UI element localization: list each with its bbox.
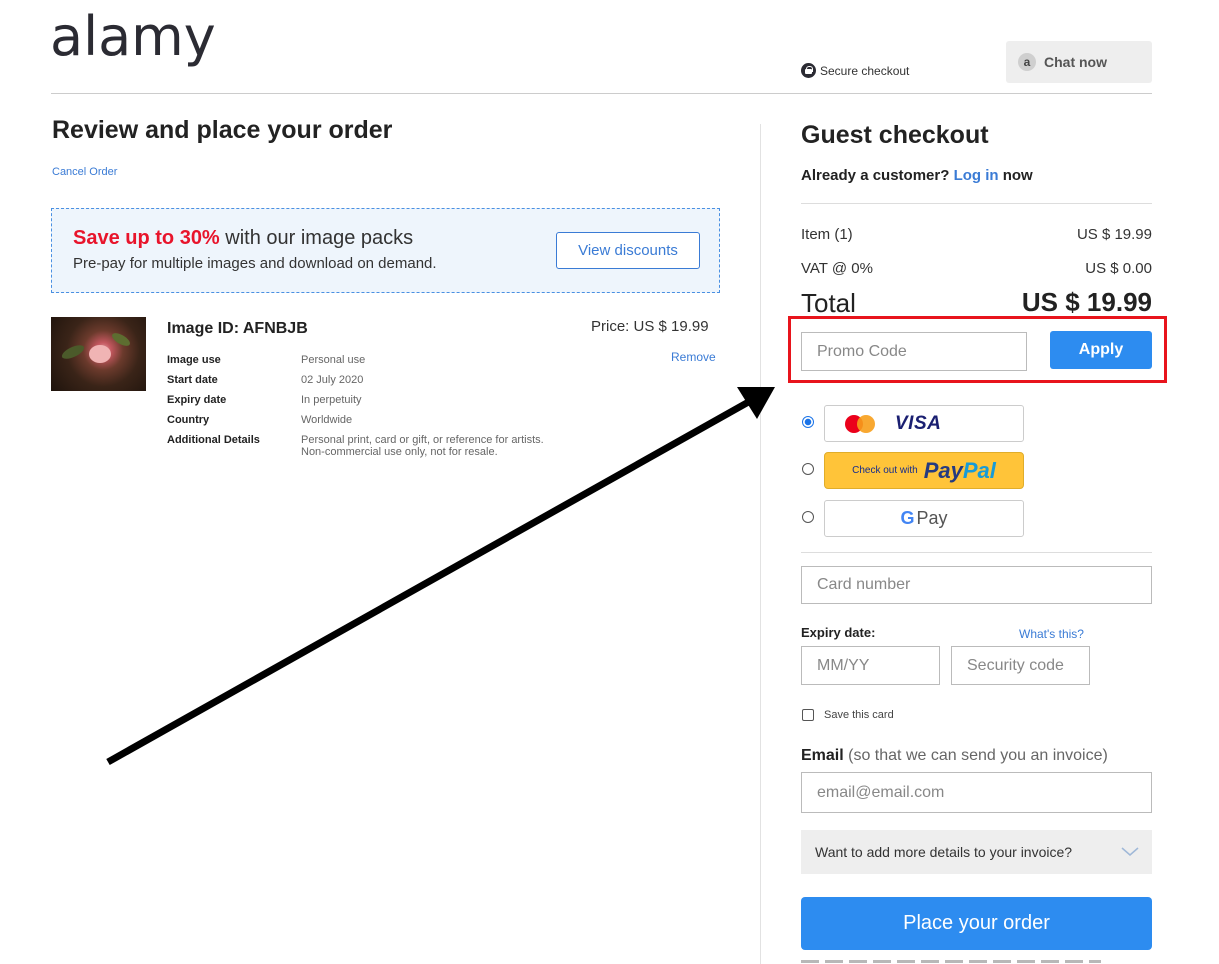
card-payment-option[interactable]: VISA — [824, 405, 1024, 442]
paypal-pal: Pal — [962, 457, 996, 483]
invoice-details-label: Want to add more details to your invoice… — [815, 844, 1073, 860]
card-number-input[interactable]: Card number — [801, 566, 1152, 604]
chevron-down-icon — [1121, 847, 1139, 856]
expiry-date-input[interactable]: MM/YY — [801, 646, 940, 685]
save-card-label: Save this card — [824, 709, 894, 721]
paypal-button[interactable]: Check out with PayPal — [824, 452, 1024, 489]
item-subtotal: US $ 19.99 — [1076, 226, 1152, 243]
vat-value: US $ 0.00 — [1085, 260, 1152, 277]
whats-this-link[interactable]: What's this? — [1019, 627, 1084, 641]
item-count-label: Item (1) — [801, 226, 853, 243]
paypal-prefix: Check out with — [852, 465, 918, 476]
login-link[interactable]: Log in — [954, 167, 999, 184]
already-customer: Already a customer? Log in now — [801, 167, 1033, 184]
payment-divider — [801, 552, 1152, 553]
google-pay-button[interactable]: G Pay — [824, 500, 1024, 537]
place-order-button[interactable]: Place your order — [801, 897, 1152, 950]
email-label-bold: Email — [801, 747, 844, 764]
gpay-radio[interactable] — [802, 511, 814, 523]
email-label-rest: (so that we can send you an invoice) — [843, 747, 1108, 764]
visa-logo: VISA — [895, 412, 942, 434]
guest-checkout-title: Guest checkout — [801, 121, 989, 149]
total-label: Total — [801, 288, 856, 318]
gpay-label: Pay — [916, 508, 948, 528]
now-text: now — [1002, 167, 1033, 184]
promo-code-input[interactable]: Promo Code — [801, 332, 1027, 371]
security-code-input[interactable]: Security code — [951, 646, 1090, 685]
google-g-icon: G — [900, 508, 915, 528]
expiry-date-label: Expiry date: — [801, 625, 876, 640]
vat-label: VAT @ 0% — [801, 260, 873, 277]
apply-promo-button[interactable]: Apply — [1050, 331, 1152, 369]
email-label: Email (so that we can send you an invoic… — [801, 747, 1108, 765]
paypal-logo: PayPal — [924, 458, 996, 484]
total-value: US $ 19.99 — [1021, 287, 1152, 317]
truncated-footer-text — [801, 958, 1101, 964]
already-customer-text: Already a customer? — [801, 167, 950, 184]
email-input[interactable]: email@email.com — [801, 772, 1152, 813]
paypal-pay: Pay — [923, 457, 963, 483]
summary-divider — [801, 203, 1152, 204]
paypal-radio[interactable] — [802, 463, 814, 475]
card-payment-radio[interactable] — [802, 416, 814, 428]
save-card-checkbox[interactable] — [802, 709, 814, 721]
mastercard-icon — [845, 414, 877, 434]
invoice-details-toggle[interactable]: Want to add more details to your invoice… — [801, 830, 1152, 874]
annotation-arrow — [106, 387, 775, 766]
